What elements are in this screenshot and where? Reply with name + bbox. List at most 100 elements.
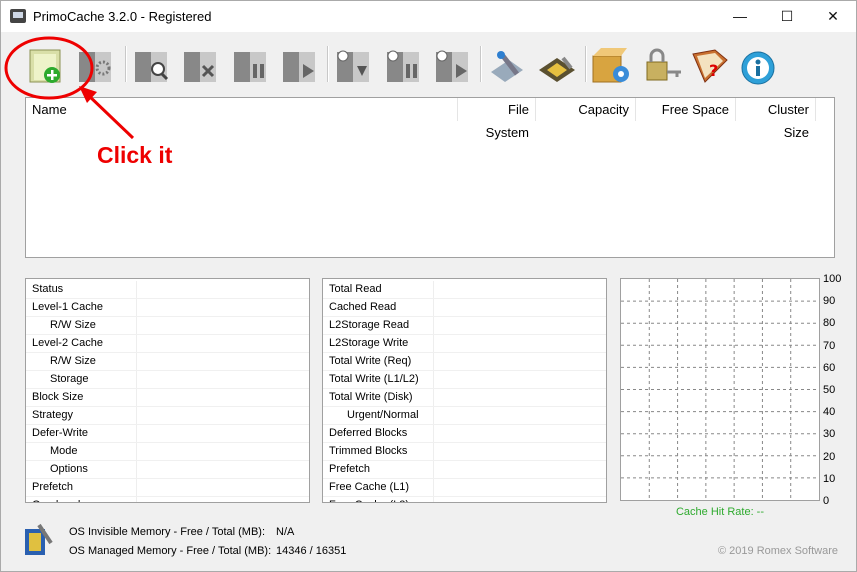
info-row: Overhead xyxy=(26,497,309,502)
row-label: R/W Size xyxy=(50,319,96,331)
info-row: Storage xyxy=(26,371,309,389)
row-value xyxy=(136,497,137,502)
row-label: Status xyxy=(32,283,64,295)
main-window: PrimoCache 3.2.0 - Registered — ☐ ✕ ? Na… xyxy=(0,0,857,572)
y-tick-label: 20 xyxy=(823,450,836,463)
row-label: Deferred Blocks xyxy=(329,427,408,439)
license-button[interactable] xyxy=(639,44,685,88)
row-label: Free Cache (L2) xyxy=(329,499,409,502)
minimize-button[interactable]: — xyxy=(717,1,763,32)
info-row: L2Storage Write xyxy=(323,335,606,353)
row-label: Trimmed Blocks xyxy=(329,445,408,457)
info-row: Free Cache (L1) xyxy=(323,479,606,497)
info-row: Total Read xyxy=(323,281,606,299)
info-row: Level-1 Cache xyxy=(26,299,309,317)
row-value xyxy=(433,353,434,370)
y-tick-label: 10 xyxy=(823,472,836,485)
row-value xyxy=(433,497,434,502)
resume-button[interactable] xyxy=(277,44,323,88)
info-row: Status xyxy=(26,281,309,299)
row-label: R/W Size xyxy=(50,355,96,367)
info-row: Trimmed Blocks xyxy=(323,443,606,461)
row-value xyxy=(433,335,434,352)
row-value xyxy=(136,371,137,388)
column-free-space[interactable]: Free Space xyxy=(636,98,736,121)
maximize-button[interactable]: ☐ xyxy=(764,1,810,32)
info-icon xyxy=(741,51,775,85)
toolbar-separator xyxy=(585,46,587,82)
managed-memory-value: 14346 / 16351 xyxy=(276,545,347,557)
row-label: Free Cache (L1) xyxy=(329,481,410,493)
invisible-memory-label: OS Invisible Memory - Free / Total (MB): xyxy=(69,526,266,538)
row-value xyxy=(136,317,137,334)
info-row: Level-2 Cache xyxy=(26,335,309,353)
pause-button[interactable] xyxy=(228,44,274,88)
row-label: Level-2 Cache xyxy=(32,337,103,349)
row-label: Total Write (Disk) xyxy=(329,391,413,403)
column-capacity[interactable]: Capacity xyxy=(536,98,636,121)
row-label: Prefetch xyxy=(329,463,370,475)
info-row: Prefetch xyxy=(26,479,309,497)
row-label: Urgent/Normal xyxy=(347,409,419,421)
row-label: Prefetch xyxy=(32,481,73,493)
row-value xyxy=(136,299,137,316)
y-tick-label: 0 xyxy=(823,495,830,507)
lock-key-icon xyxy=(646,48,681,81)
resume-all-button[interactable] xyxy=(430,44,476,88)
column-cluster-size[interactable]: Cluster Size xyxy=(736,98,816,140)
flush-button[interactable] xyxy=(331,44,377,88)
y-tick-label: 90 xyxy=(823,295,836,308)
info-row: Strategy xyxy=(26,407,309,425)
row-label: Cached Read xyxy=(329,301,397,313)
info-row: Defer-Write xyxy=(26,425,309,443)
annotation-text: Click it xyxy=(97,142,173,168)
row-value xyxy=(136,425,137,442)
row-value xyxy=(136,335,137,352)
toolbar-separator xyxy=(480,46,482,82)
row-label: Storage xyxy=(50,373,89,385)
y-tick-label: 40 xyxy=(823,406,836,419)
row-label: Total Write (Req) xyxy=(329,355,412,367)
info-row: Urgent/Normal xyxy=(323,407,606,425)
row-value xyxy=(433,317,434,334)
memory-chip-button[interactable] xyxy=(535,44,581,88)
play-icon xyxy=(283,52,315,82)
about-button[interactable] xyxy=(736,44,782,88)
row-value xyxy=(136,461,137,478)
row-label: Total Read xyxy=(329,283,382,295)
box-gear-icon xyxy=(592,48,629,83)
cache-info-panel: Status Level-1 Cache R/W Size Level-2 Cache… xyxy=(25,278,310,503)
statistics-panel: Total Read Cached Read L2Storage Read L2Sto… xyxy=(322,278,607,503)
info-row: Total Write (Disk) xyxy=(323,389,606,407)
row-value xyxy=(433,425,434,442)
row-value xyxy=(433,299,434,316)
row-label: Level-1 Cache xyxy=(32,301,103,313)
pause-all-icon xyxy=(387,50,419,82)
settings-button[interactable] xyxy=(485,44,531,88)
info-row: L2Storage Read xyxy=(323,317,606,335)
annotation-callout xyxy=(4,36,135,140)
info-row: Total Write (Req) xyxy=(323,353,606,371)
close-button[interactable]: ✕ xyxy=(810,1,856,32)
help-button[interactable]: ? xyxy=(687,44,733,88)
memory-tools-icon xyxy=(25,523,53,555)
pause-icon xyxy=(234,52,266,82)
app-icon xyxy=(10,9,26,23)
info-row: Cached Read xyxy=(323,299,606,317)
flush-down-icon xyxy=(337,50,369,82)
column-file-system[interactable]: File System xyxy=(458,98,536,140)
row-value xyxy=(136,281,137,298)
options-button[interactable] xyxy=(589,44,635,88)
row-value xyxy=(136,443,137,460)
y-tick-label: 60 xyxy=(823,361,836,374)
y-tick-label: 100 xyxy=(823,273,842,285)
graph-grid xyxy=(621,279,819,500)
row-value xyxy=(136,353,137,370)
row-value xyxy=(433,389,434,406)
row-value xyxy=(433,407,434,424)
invisible-memory-value: N/A xyxy=(276,526,295,538)
row-label: Overhead xyxy=(32,499,80,502)
pause-all-button[interactable] xyxy=(381,44,427,88)
row-label: Total Write (L1/L2) xyxy=(329,373,419,385)
row-label: L2Storage Read xyxy=(329,319,410,331)
